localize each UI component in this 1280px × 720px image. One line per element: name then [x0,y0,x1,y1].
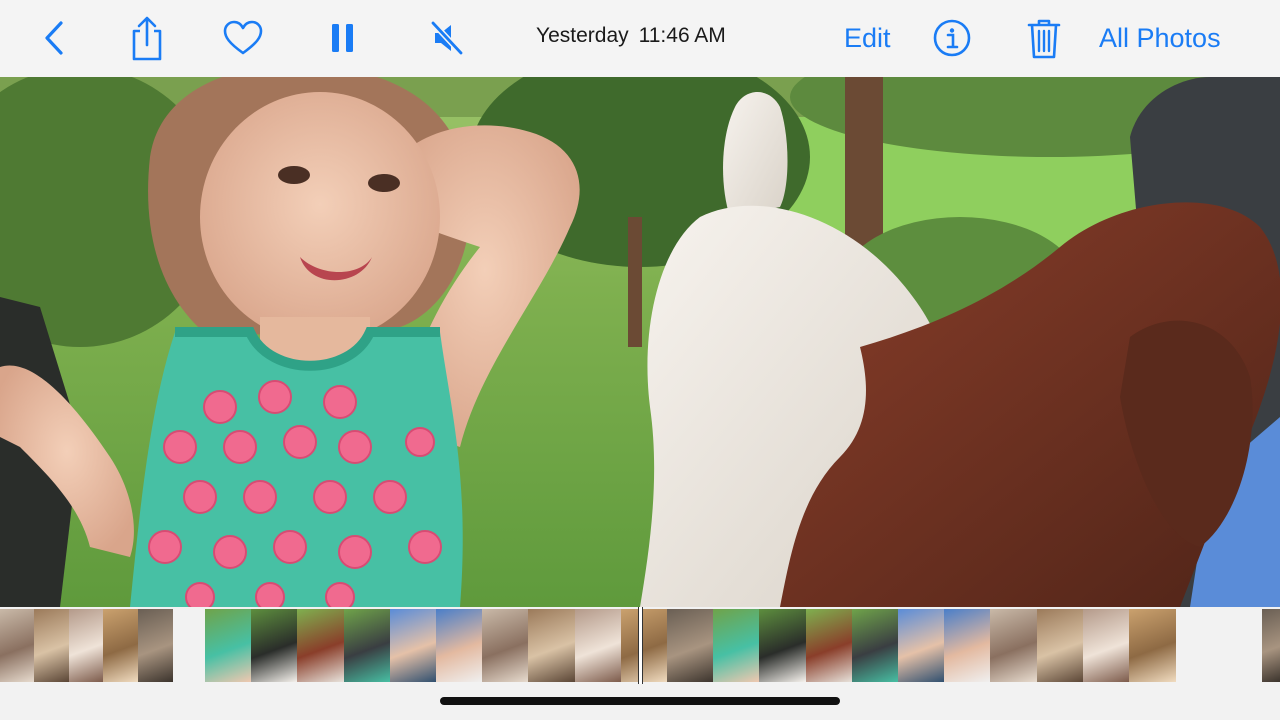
filmstrip-thumbnail[interactable] [574,609,622,682]
filmstrip-thumbnail[interactable] [389,609,437,682]
filmstrip-thumbnail[interactable] [759,609,807,682]
delete-button[interactable] [1026,12,1062,64]
filmstrip-thumbnail[interactable] [898,609,945,682]
filmstrip-thumbnail[interactable] [528,609,576,682]
filmstrip-thumbnail[interactable] [0,609,35,682]
filmstrip-thumbnail[interactable] [482,609,530,682]
edit-button[interactable]: Edit [844,12,891,64]
back-chevron-icon [45,21,63,55]
info-icon [933,19,971,57]
filmstrip-thumbnail[interactable] [297,609,345,682]
filmstrip-thumbnail[interactable] [713,609,761,682]
filmstrip-thumbnail[interactable] [944,609,992,682]
filmstrip-thumbnail[interactable] [851,609,899,682]
filmstrip-thumbnail[interactable] [1036,609,1084,682]
pause-icon [332,24,353,52]
filmstrip-thumbnail[interactable] [805,609,853,682]
heart-icon [223,20,263,55]
filmstrip-thumbnail[interactable] [1262,609,1280,682]
share-icon [132,16,162,61]
pause-button[interactable] [328,12,358,64]
share-button[interactable] [128,12,166,64]
date-time-label: Yesterday 11:46 AM [536,24,726,48]
info-button[interactable] [932,12,972,64]
filmstrip-thumbnail[interactable] [1082,609,1130,682]
mute-icon [430,20,464,56]
filmstrip-thumbnail[interactable] [620,609,668,682]
filmstrip-thumbnail[interactable] [205,609,252,682]
filmstrip-scrubber[interactable] [0,607,1280,684]
trash-icon [1027,19,1061,59]
filmstrip-thumbnail[interactable] [68,609,104,682]
filmstrip-thumbnail[interactable] [34,609,70,682]
filmstrip-thumbnail[interactable] [103,609,139,682]
filmstrip-thumbnail[interactable] [436,609,483,682]
home-indicator[interactable] [440,697,840,705]
mute-button[interactable] [428,12,466,64]
filmstrip-thumbnail[interactable] [137,609,173,682]
date-label: Yesterday [536,24,629,47]
playhead-indicator[interactable] [638,607,643,684]
favorite-button[interactable] [222,12,264,64]
photo-illustration [0,77,1280,607]
filmstrip-thumbnail[interactable] [251,609,299,682]
top-toolbar: Yesterday 11:46 AM Edit All Photos [0,0,1280,78]
filmstrip-thumbnail[interactable] [667,609,714,682]
back-button[interactable] [38,12,70,64]
time-label: 11:46 AM [638,24,726,47]
all-photos-button[interactable]: All Photos [1099,12,1221,64]
more-button[interactable] [1270,12,1280,64]
filmstrip-thumbnail[interactable] [343,609,391,682]
filmstrip-thumbnail[interactable] [1129,609,1176,682]
photo-viewer[interactable] [0,77,1280,607]
filmstrip-thumbnail[interactable] [990,609,1038,682]
